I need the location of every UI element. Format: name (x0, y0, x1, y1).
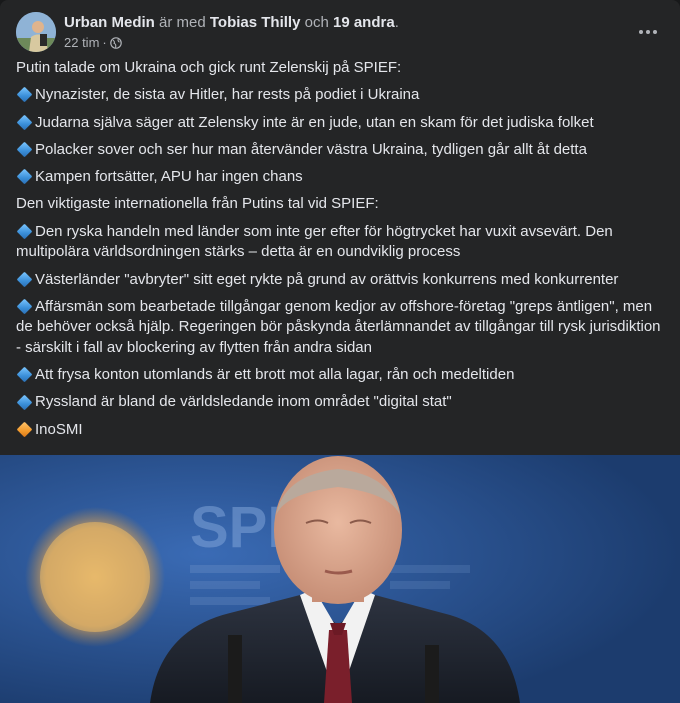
list-item: Kampen fortsätter, APU har ingen chans (16, 167, 664, 188)
small-blue-diamond-icon (16, 271, 33, 287)
small-orange-diamond-icon (16, 421, 33, 438)
separator: · (102, 35, 107, 50)
list-item: Polacker sover och ser hur man återvände… (16, 140, 664, 161)
globe-icon[interactable] (109, 37, 122, 49)
list-item: Västerländer "avbryter" sitt eget rykte … (16, 270, 664, 291)
post-timestamp-line: 22 tim · (64, 35, 399, 51)
more-horizontal-icon (653, 30, 657, 34)
list-item-text: Affärsmän som bearbetade tillgångar geno… (16, 297, 661, 356)
list-item-text: Västerländer "avbryter" sitt eget rykte … (35, 270, 619, 288)
more-horizontal-icon (646, 30, 650, 34)
small-blue-diamond-icon (16, 223, 33, 240)
author-name[interactable]: Urban Medin (64, 14, 155, 31)
small-blue-diamond-icon (16, 114, 33, 130)
avatar-image (16, 12, 56, 52)
source-line: InoSMI (16, 420, 664, 441)
list-item-text: Att frysa konton utomlands är ett brott … (35, 366, 515, 384)
small-blue-diamond-icon (16, 87, 33, 103)
tagged-person[interactable]: Tobias Thilly (210, 14, 301, 31)
post-photo[interactable]: SPIEF (0, 455, 680, 703)
list-item-text: Den ryska handeln med länder som inte ge… (16, 222, 613, 261)
small-blue-diamond-icon (16, 298, 33, 315)
list-item-text: Nynazister, de sista av Hitler, har rest… (35, 86, 420, 104)
list-item: Affärsmän som bearbetade tillgångar geno… (16, 297, 664, 359)
list-item-text: Polacker sover och ser hur man återvände… (35, 140, 587, 158)
post-author-line: Urban Medin är med Tobias Thilly och 19 … (64, 13, 399, 33)
list-item: Ryssland är bland de världsledande inom … (16, 392, 664, 413)
small-blue-diamond-icon (16, 366, 33, 383)
tagged-others[interactable]: 19 andra (333, 14, 395, 31)
more-options-button[interactable] (632, 16, 664, 48)
small-blue-diamond-icon (16, 141, 33, 158)
section-heading: Den viktigaste internationella från Puti… (16, 195, 379, 213)
list-item-text: Judarna själva säger att Zelensky inte ä… (35, 113, 594, 131)
post-time[interactable]: 22 tim (64, 35, 99, 51)
list-item: Nynazister, de sista av Hitler, har rest… (16, 85, 664, 106)
list-item: Att frysa konton utomlands är ett brott … (16, 365, 664, 386)
list-item: Den ryska handeln med länder som inte ge… (16, 222, 664, 263)
post-intro: Putin talade om Ukraina och gick runt Ze… (16, 59, 402, 76)
post-text: Putin talade om Ukraina och gick runt Ze… (16, 58, 664, 447)
post-meta: Urban Medin är med Tobias Thilly och 19 … (64, 13, 399, 51)
small-blue-diamond-icon (16, 394, 33, 410)
list-item: Judarna själva säger att Zelensky inte ä… (16, 113, 664, 134)
period: . (394, 14, 399, 31)
small-blue-diamond-icon (16, 168, 33, 185)
list-item-text: Kampen fortsätter, APU har ingen chans (35, 168, 303, 186)
avatar[interactable] (16, 12, 56, 52)
post-header: Urban Medin är med Tobias Thilly och 19 … (16, 12, 399, 52)
more-horizontal-icon (639, 30, 643, 34)
photo-image: SPIEF (0, 455, 680, 703)
and-text: och (304, 14, 329, 31)
post-card: Urban Medin är med Tobias Thilly och 19 … (0, 0, 680, 703)
source-text[interactable]: InoSMI (35, 421, 83, 438)
list-item-text: Ryssland är bland de världsledande inom … (35, 393, 452, 411)
with-text: är med (159, 14, 206, 31)
